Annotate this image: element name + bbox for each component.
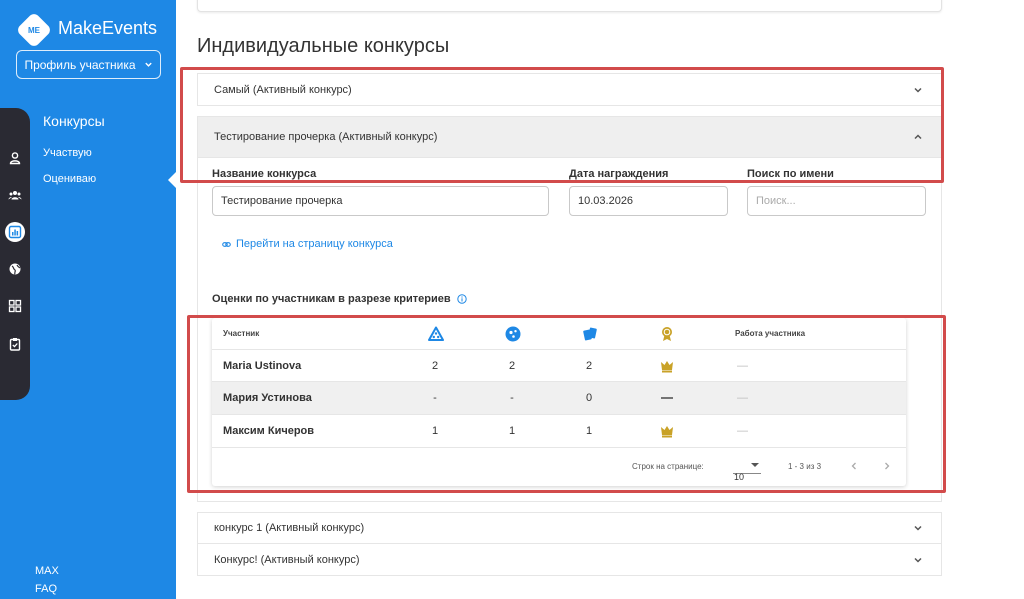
sidebar-item-evaluate[interactable]: Оцениваю (43, 173, 96, 185)
participant-name: Максим Кичеров (223, 425, 315, 437)
contest-title: Конкурс! (Активный конкурс) (214, 553, 360, 566)
participant-work: — (737, 392, 748, 404)
criterion-2-score: 2 (508, 359, 516, 372)
globe-icon[interactable] (7, 261, 23, 277)
contest-title: Тестирование прочерка (Активный конкурс) (214, 131, 438, 143)
contest-name-field[interactable]: Тестирование прочерка (212, 186, 549, 216)
circle-dots-icon (505, 326, 521, 342)
profile-switch-label: Профиль участника (24, 57, 136, 72)
award-date-label: Дата награждения (569, 168, 669, 180)
participant-work: — (737, 359, 748, 372)
next-page-button[interactable] (880, 459, 894, 473)
scores-table: Участник Работа участника Maria Ustinova… (212, 318, 906, 486)
sidebar-link-max[interactable]: MAX (35, 565, 59, 577)
logo-badge-text: ME (28, 25, 40, 35)
group-icon[interactable] (7, 187, 23, 203)
table-row[interactable]: Максим Кичеров 1 1 1 — (212, 415, 906, 448)
criterion-1-score: 2 (431, 359, 439, 372)
contest-name-label: Название конкурса (212, 168, 317, 180)
chevron-up-icon (914, 134, 922, 140)
dashboard-icon[interactable] (7, 298, 23, 314)
chevron-down-icon (914, 557, 922, 563)
crown-icon (652, 350, 682, 381)
contest-accordion-2[interactable]: конкурс 1 (Активный конкурс) (197, 512, 942, 544)
table-header-row: Участник Работа участника (212, 318, 906, 350)
table-row[interactable]: Мария Устинова - - 0 — (212, 382, 906, 415)
contest-accordion-0[interactable]: Самый (Активный конкурс) (197, 73, 942, 106)
chevron-right-icon (885, 462, 890, 470)
profile-switch-button[interactable]: Профиль участника (16, 50, 161, 79)
active-item-pointer (168, 172, 176, 188)
sidebar-link-faq[interactable]: FAQ (35, 583, 57, 595)
table-pagination: Строк на странице: 10 1 - 3 из 3 (212, 448, 906, 486)
contest-page-link-text: Перейти на страницу конкурса (236, 238, 393, 250)
sidebar-section-title: Конкурсы (43, 113, 105, 129)
no-award-dash (652, 382, 682, 414)
participant-name: Мария Устинова (223, 392, 312, 404)
scores-title-text: Оценки по участникам в разрезе критериев (212, 293, 451, 305)
chevron-left-icon (851, 462, 856, 470)
contest-accordion-1[interactable]: Тестирование прочерка (Активный конкурс) (197, 116, 942, 158)
chart-icon[interactable] (5, 222, 25, 242)
cards-icon (583, 327, 597, 341)
clipboard-icon[interactable] (7, 336, 23, 352)
work-column-header: Работа участника (735, 329, 806, 338)
criterion-3-score: 2 (585, 359, 593, 372)
criterion-2-score: 1 (508, 425, 516, 437)
person-icon[interactable] (7, 150, 23, 166)
crown-icon (652, 415, 682, 447)
contest-title: Самый (Активный конкурс) (214, 83, 352, 96)
rows-per-page-label: Строк на странице: (632, 462, 704, 471)
prev-page-button[interactable] (847, 459, 861, 473)
link-icon (222, 241, 231, 247)
award-icon (662, 327, 672, 341)
criterion-1-score: - (433, 392, 437, 404)
search-label: Поиск по имени (747, 168, 834, 180)
page-title: Индивидуальные конкурсы (197, 35, 450, 57)
dropdown-caret-icon (751, 463, 759, 467)
info-icon[interactable] (456, 294, 467, 304)
contest-title: конкурс 1 (Активный конкурс) (214, 522, 365, 534)
chevron-down-icon (144, 62, 152, 67)
participant-name: Maria Ustinova (223, 359, 302, 372)
criterion-1-score: 1 (431, 425, 439, 437)
award-date-field[interactable]: 10.03.2026 (569, 186, 728, 216)
scores-section-title: Оценки по участникам в разрезе критериев (212, 293, 467, 305)
participant-column-header: Участник (223, 329, 260, 338)
rows-per-page-value: 10 (734, 472, 745, 482)
table-row[interactable]: Maria Ustinova 2 2 2 — (212, 350, 906, 382)
chevron-down-icon (914, 525, 922, 531)
search-input[interactable]: Поиск... (747, 186, 926, 216)
criterion-3-score: 0 (585, 392, 593, 404)
sidebar-item-participate[interactable]: Участвую (43, 147, 92, 159)
criterion-2-score: - (510, 392, 514, 404)
contest-accordion-3[interactable]: Конкурс! (Активный конкурс) (197, 544, 942, 576)
previous-section-card (197, 0, 942, 12)
participant-work: — (737, 425, 748, 437)
triangle-dots-icon (428, 326, 444, 341)
contest-page-link[interactable]: Перейти на страницу конкурса (222, 238, 393, 250)
criterion-3-score: 1 (585, 425, 593, 437)
chevron-down-icon (914, 87, 922, 93)
pagination-range: 1 - 3 из 3 (788, 462, 822, 471)
app-name: MakeEvents (58, 18, 158, 38)
